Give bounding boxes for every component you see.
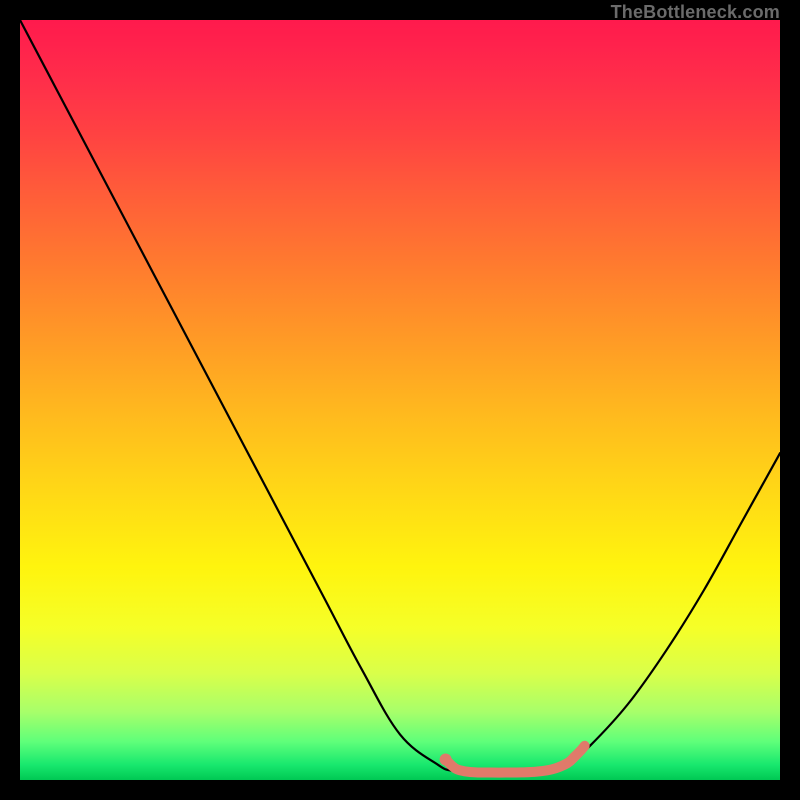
chart-plot-area (20, 20, 780, 780)
series-bottleneck-curve (20, 20, 780, 773)
series-optimal-range-marker (446, 746, 585, 773)
marker-optimal-start-dot (440, 753, 452, 765)
chart-frame: TheBottleneck.com (20, 20, 780, 780)
chart-svg (20, 20, 780, 780)
